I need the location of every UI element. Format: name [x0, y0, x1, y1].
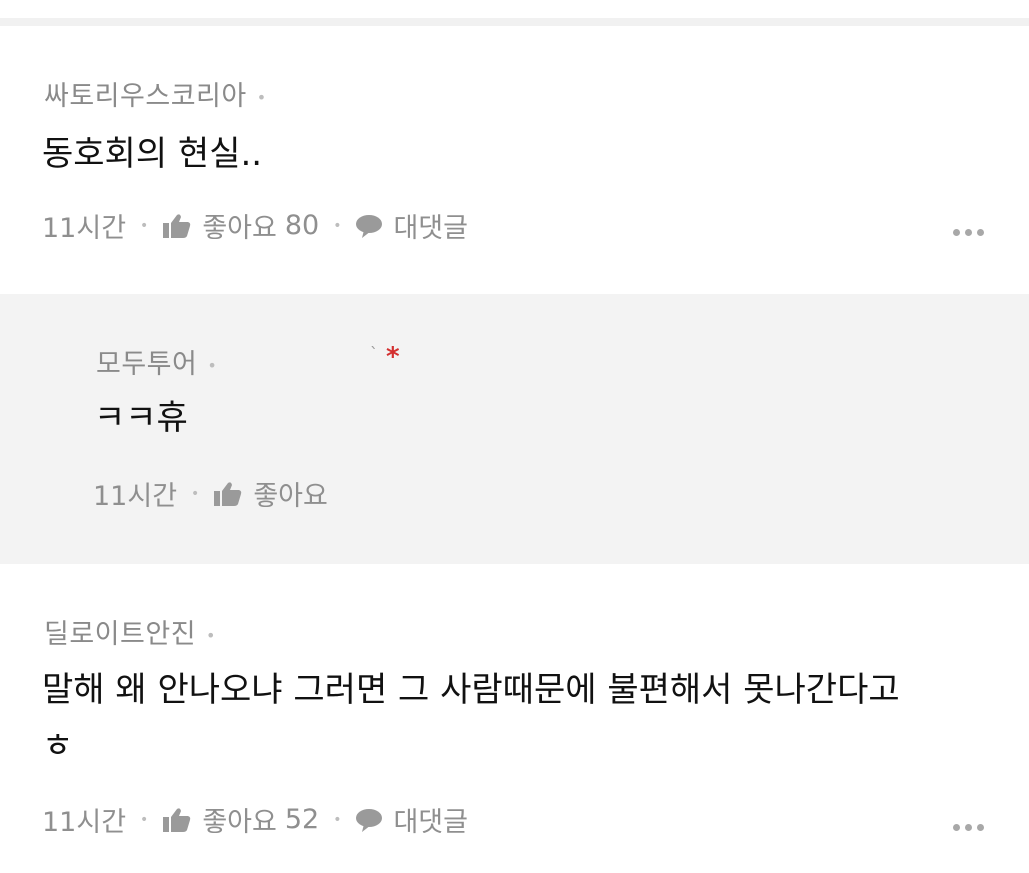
- author-mark: *: [386, 342, 400, 372]
- speech-bubble-icon[interactable]: [355, 807, 383, 833]
- comment-author[interactable]: 모두투어 •: [96, 342, 217, 381]
- author-name[interactable]: 딜로이트안진: [44, 619, 196, 650]
- separator-dot: •: [207, 356, 218, 375]
- comment-text-line: ㅎ: [42, 726, 74, 766]
- reply-button[interactable]: 대댓글: [393, 206, 468, 245]
- comment-author[interactable]: 싸토리우스코리아 •: [44, 74, 267, 113]
- redaction-tick: `: [370, 344, 378, 363]
- reply-comment-item: 모두투어 • ` * ㅋㅋ휴 11시간 • 좋아요: [0, 294, 1029, 564]
- like-count: 52: [284, 804, 320, 835]
- comment-item: 딜로이트안진 • 말해 왜 안나오냐 그러면 그 사람때문에 불편해서 못나간다고…: [0, 564, 1029, 873]
- like-button[interactable]: 좋아요: [202, 800, 277, 839]
- separator-dot: •: [333, 217, 342, 234]
- reply-button[interactable]: 대댓글: [393, 800, 468, 839]
- thumbs-up-icon[interactable]: [162, 213, 192, 239]
- comment-meta: 11시간 • 좋아요 52 • 대댓글: [42, 800, 468, 839]
- like-button[interactable]: 좋아요: [253, 474, 328, 513]
- separator-dot: •: [191, 485, 200, 502]
- more-dots-icon[interactable]: [953, 229, 984, 236]
- comment-item: 싸토리우스코리아 • 동호회의 현실.. 11시간 • 좋아요 80 • 대댓글: [0, 26, 1029, 294]
- comment-text: ㅋㅋ휴: [94, 398, 188, 438]
- author-name[interactable]: 모두투어: [96, 349, 197, 380]
- more-dots-icon[interactable]: [953, 824, 984, 831]
- author-name[interactable]: 싸토리우스코리아: [44, 81, 247, 112]
- comment-time: 11시간: [42, 807, 127, 838]
- thumbs-up-icon[interactable]: [213, 481, 243, 507]
- comment-meta: 11시간 • 좋아요: [93, 474, 328, 513]
- separator-dot: •: [140, 217, 149, 234]
- separator-dot: •: [206, 626, 216, 645]
- comment-time: 11시간: [42, 213, 127, 244]
- section-divider: [0, 18, 1029, 26]
- top-strip: [0, 0, 1029, 18]
- comment-time: 11시간: [93, 481, 178, 512]
- comment-text: 동호회의 현실..: [42, 134, 263, 174]
- like-button[interactable]: 좋아요: [202, 206, 277, 245]
- thumbs-up-icon[interactable]: [162, 807, 192, 833]
- separator-dot: •: [333, 811, 342, 828]
- speech-bubble-icon[interactable]: [355, 213, 383, 239]
- like-count: 80: [284, 210, 320, 241]
- separator-dot: •: [256, 88, 267, 107]
- comment-author[interactable]: 딜로이트안진 •: [44, 612, 216, 651]
- comment-text: 말해 왜 안나오냐 그러면 그 사람때문에 불편해서 못나간다고 ㅎ: [42, 662, 1002, 774]
- separator-dot: •: [140, 811, 149, 828]
- comment-meta: 11시간 • 좋아요 80 • 대댓글: [42, 206, 468, 245]
- comment-text-line: 말해 왜 안나오냐 그러면 그 사람때문에 불편해서 못나간다고: [42, 670, 900, 710]
